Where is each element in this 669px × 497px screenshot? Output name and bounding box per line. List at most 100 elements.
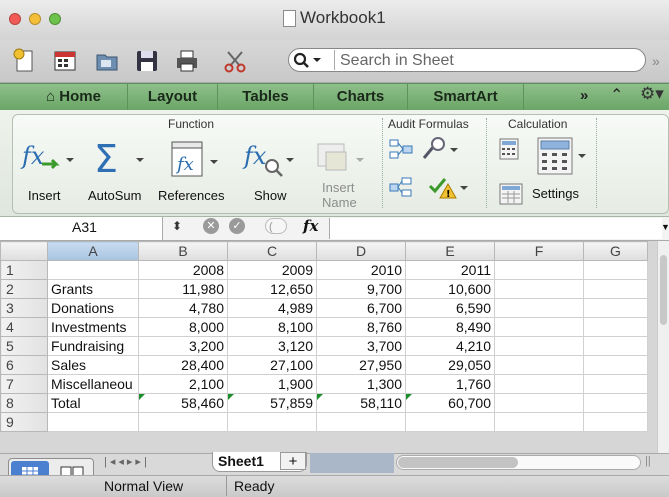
trace-precedents-icon[interactable] xyxy=(388,138,414,162)
print-icon[interactable] xyxy=(174,48,200,74)
new-document-icon[interactable] xyxy=(12,48,38,74)
cell[interactable]: 8,100 xyxy=(227,317,317,337)
cell[interactable]: 8,000 xyxy=(138,317,228,337)
cell[interactable]: 60,700 xyxy=(405,393,495,413)
cell[interactable]: Sales xyxy=(47,355,139,375)
cell[interactable] xyxy=(494,412,584,432)
cell[interactable]: 1,900 xyxy=(227,374,317,394)
tab-layout[interactable]: Layout xyxy=(128,83,218,110)
cell[interactable] xyxy=(316,412,406,432)
cell[interactable]: 27,100 xyxy=(227,355,317,375)
formula-builder-toggle-icon[interactable]: ( xyxy=(265,218,287,234)
row-header[interactable]: 5 xyxy=(0,336,48,356)
remove-arrows-icon[interactable] xyxy=(418,136,458,164)
calculate-sheet-icon[interactable] xyxy=(498,182,524,206)
ribbon-settings-gear-icon[interactable]: ⚙▾ xyxy=(640,84,664,104)
cell[interactable] xyxy=(494,298,584,318)
close-window-button[interactable] xyxy=(9,13,21,25)
insert-function-fx-button[interactable]: fx xyxy=(303,217,318,235)
row-header[interactable]: 2 xyxy=(0,279,48,299)
zoom-window-button[interactable] xyxy=(49,13,61,25)
column-header-f[interactable]: F xyxy=(494,241,584,261)
cell[interactable]: 3,700 xyxy=(316,336,406,356)
more-tabs-icon[interactable]: » xyxy=(580,87,588,104)
row-header[interactable]: 9 xyxy=(0,412,48,432)
open-folder-icon[interactable] xyxy=(94,48,120,74)
cell[interactable]: 2011 xyxy=(405,260,495,280)
cell[interactable] xyxy=(583,355,648,375)
tab-home[interactable]: ⌂ Home xyxy=(20,83,128,110)
row-header[interactable]: 3 xyxy=(0,298,48,318)
cell[interactable] xyxy=(47,260,139,280)
cell[interactable]: 2008 xyxy=(138,260,228,280)
confirm-edit-icon[interactable]: ✓ xyxy=(229,218,245,234)
cell[interactable]: 3,120 xyxy=(227,336,317,356)
cell[interactable]: 4,780 xyxy=(138,298,228,318)
cell[interactable]: 2010 xyxy=(316,260,406,280)
add-sheet-button[interactable]: + xyxy=(280,452,306,470)
cell[interactable] xyxy=(583,279,648,299)
cell[interactable] xyxy=(494,393,584,413)
cell[interactable] xyxy=(494,279,584,299)
cell[interactable]: 10,600 xyxy=(405,279,495,299)
cell[interactable]: 1,760 xyxy=(405,374,495,394)
cell[interactable]: 9,700 xyxy=(316,279,406,299)
insert-function-button[interactable]: fx Insert xyxy=(18,136,78,210)
autosum-button[interactable]: Σ AutoSum xyxy=(88,136,150,210)
cell[interactable] xyxy=(494,355,584,375)
search-input[interactable]: Search in Sheet xyxy=(340,52,454,70)
row-header[interactable]: 6 xyxy=(0,355,48,375)
cell[interactable] xyxy=(138,412,228,432)
cell[interactable] xyxy=(227,412,317,432)
cell[interactable] xyxy=(494,374,584,394)
cell[interactable] xyxy=(583,393,648,413)
tab-tables[interactable]: Tables xyxy=(218,83,314,110)
template-gallery-icon[interactable] xyxy=(52,48,78,74)
cell[interactable] xyxy=(494,336,584,356)
minimize-window-button[interactable] xyxy=(29,13,41,25)
toolbar-overflow-icon[interactable]: » xyxy=(652,53,660,69)
select-all-corner[interactable] xyxy=(0,241,48,261)
cell[interactable]: 27,950 xyxy=(316,355,406,375)
trace-dependents-icon[interactable] xyxy=(388,176,414,200)
cell[interactable]: 8,490 xyxy=(405,317,495,337)
cell[interactable]: Donations xyxy=(47,298,139,318)
column-header-d[interactable]: D xyxy=(316,241,406,261)
show-formula-builder-button[interactable]: fx Show xyxy=(242,136,302,210)
tab-smartart[interactable]: SmartArt xyxy=(408,83,524,110)
cell[interactable] xyxy=(47,412,139,432)
cell[interactable] xyxy=(494,260,584,280)
tab-charts[interactable]: Charts xyxy=(314,83,408,110)
cell[interactable]: 4,989 xyxy=(227,298,317,318)
cell[interactable]: 58,110 xyxy=(316,393,406,413)
search-options[interactable] xyxy=(290,50,335,70)
calculate-now-icon[interactable] xyxy=(498,137,520,161)
split-handle-icon[interactable]: || xyxy=(645,455,651,467)
cell[interactable] xyxy=(405,412,495,432)
cell[interactable]: 3,200 xyxy=(138,336,228,356)
cell[interactable]: 1,300 xyxy=(316,374,406,394)
cut-scissors-icon[interactable] xyxy=(222,48,248,74)
error-checking-icon[interactable]: ! xyxy=(428,174,468,202)
cell[interactable]: 8,760 xyxy=(316,317,406,337)
column-header-b[interactable]: B xyxy=(138,241,228,261)
cell[interactable]: Fundraising xyxy=(47,336,139,356)
cell[interactable]: 58,460 xyxy=(138,393,228,413)
row-header[interactable]: 8 xyxy=(0,393,48,413)
collapse-ribbon-icon[interactable]: ⌃ xyxy=(610,85,623,105)
column-header-a[interactable]: A xyxy=(47,241,139,261)
cell[interactable] xyxy=(494,317,584,337)
horizontal-scroll-thumb[interactable] xyxy=(398,457,518,468)
column-header-g[interactable]: G xyxy=(583,241,648,261)
column-header-c[interactable]: C xyxy=(227,241,317,261)
formula-input[interactable] xyxy=(329,218,662,239)
save-icon[interactable] xyxy=(134,48,160,74)
cell[interactable]: Total xyxy=(47,393,139,413)
sheet-navigation-arrows[interactable]: |◂◂▸▸| xyxy=(104,455,150,468)
cell[interactable]: 28,400 xyxy=(138,355,228,375)
cell[interactable] xyxy=(583,412,648,432)
cell[interactable]: 6,700 xyxy=(316,298,406,318)
cell[interactable]: 29,050 xyxy=(405,355,495,375)
cancel-edit-icon[interactable]: ✕ xyxy=(203,218,219,234)
cell[interactable]: Miscellaneou xyxy=(47,374,139,394)
